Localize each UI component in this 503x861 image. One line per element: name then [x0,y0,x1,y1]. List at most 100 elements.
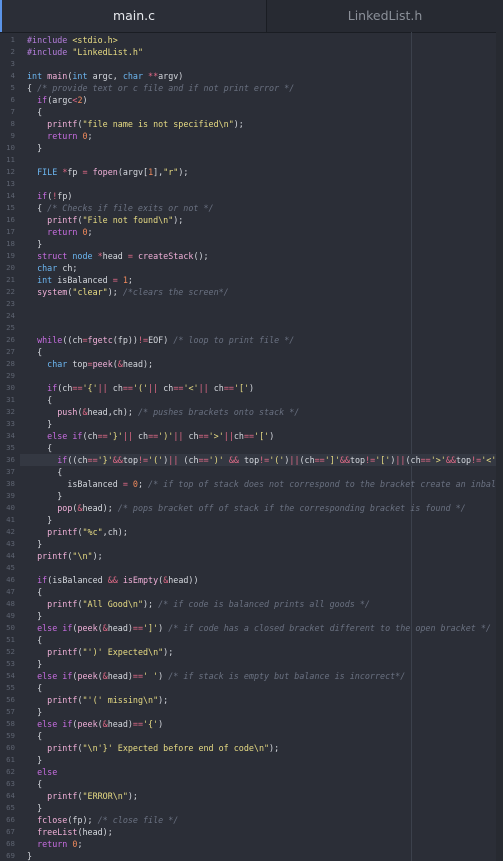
code-token: (fp)) [112,335,138,345]
code-token: "LinkedList.h" [72,47,143,57]
code-token: "\n" [72,551,93,561]
code-token: /* close file */ [97,815,179,825]
code-token: = [127,251,138,261]
code-token: freeList [37,827,78,837]
code-token: top [455,455,472,465]
code-line: } [27,538,42,550]
code-line: printf("ERROR\n"); [27,790,138,802]
code-token: == [198,431,209,441]
code-token: (); [193,251,209,261]
line-number: 15 [6,203,15,212]
line-number: 50 [6,623,15,632]
code-token: "File not found\n" [82,215,174,225]
code-token: } [27,539,43,549]
code-token: ,ch); [102,527,128,537]
code-token: '>' [430,455,446,465]
code-token: ) [158,719,164,729]
code-token: == [314,455,325,465]
code-token: head); [122,359,154,369]
code-token: ' ' [143,671,159,681]
code-token: ); [163,647,174,657]
code-token: head) [107,719,133,729]
code-line: { [27,682,42,694]
code-token: (fp); [67,815,98,825]
code-token: '>' [208,431,224,441]
line-number: 17 [6,227,15,236]
code-line: printf("'(' missing\n"); [27,694,168,706]
code-token: top [122,455,138,465]
code-line: system("clear"); /*clears the screen*/ [27,286,229,298]
code-line: return 0; [27,838,82,850]
code-line: freeList(head); [27,826,113,838]
code-token: "'(' missing\n" [82,695,159,705]
code-line: printf("\n"); [27,550,103,562]
tab-main-c[interactable]: main.c [0,0,267,32]
code-token: } [27,143,43,153]
code-token: == [173,383,184,393]
line-number: 49 [6,611,15,620]
code-token: printf [47,743,78,753]
code-token: argv) [158,71,184,81]
code-token: '{' [143,719,159,729]
code-token: "r" [163,167,179,177]
code-token: || [223,431,234,441]
line-number: 19 [6,251,15,260]
line-number: 64 [6,791,15,800]
line-number: 21 [6,275,15,284]
code-token: ); [107,287,123,297]
code-token: /* loop to print file */ [173,335,295,345]
line-number: 56 [6,695,15,704]
code-line: char top=peek(&head); [27,358,153,370]
code-area[interactable]: 1 2 3 4 5 6 7 8 9 10 11 12 13 14 15 16 17 18 19 20 21 22 23 24 2… [0,32,503,861]
code-line: return 0; [27,130,92,142]
code-token: if [37,575,48,585]
code-line: printf("All Good\n"); /* if code is bala… [27,598,370,610]
code-token: } [27,491,63,501]
code-token: && [228,455,244,465]
code-token: ch [233,431,244,441]
code-token: "ERROR\n" [82,791,128,801]
code-token: char [37,263,63,273]
line-number: 28 [6,359,15,368]
tab-bar: main.c LinkedList.h [0,0,503,33]
code-token: #include [27,35,73,45]
code-token: { [27,443,53,453]
line-number: 1 [10,35,15,44]
line-number: 30 [6,383,15,392]
line-number: 53 [6,659,15,668]
code-line: struct node *head = createStack(); [27,250,209,262]
code-line: fclose(fp); /* close file */ [27,814,178,826]
tab-linkedlist-h[interactable]: LinkedList.h [267,0,503,32]
code-token: } [27,611,43,621]
code-token: if [37,95,48,105]
vertical-scrollbar[interactable] [496,32,503,861]
code-token: ); [158,695,169,705]
code-token: != [259,455,270,465]
line-number: 31 [6,395,15,404]
code-token: = [112,275,123,285]
code-token: printf [47,599,78,609]
code-token: && [112,455,123,465]
code-token: && [107,575,123,585]
code-token: "file name is not specified\n" [82,119,234,129]
code-token: (ch [57,383,73,393]
code-token: else if [37,671,73,681]
line-number: 16 [6,215,15,224]
line-number: 57 [6,707,15,716]
code-token: push [57,407,78,417]
code-token: int [72,71,93,81]
code-token: || [122,431,138,441]
code-token: fp [67,167,83,177]
code-token: '[' [254,431,270,441]
code-token: ch; [62,263,78,273]
line-number: 36 [6,455,15,464]
code-token: && [339,455,350,465]
line-number: 48 [6,599,15,608]
code-line: if((ch=='}'&&top!='(')|| (ch==')' && top… [20,454,503,466]
